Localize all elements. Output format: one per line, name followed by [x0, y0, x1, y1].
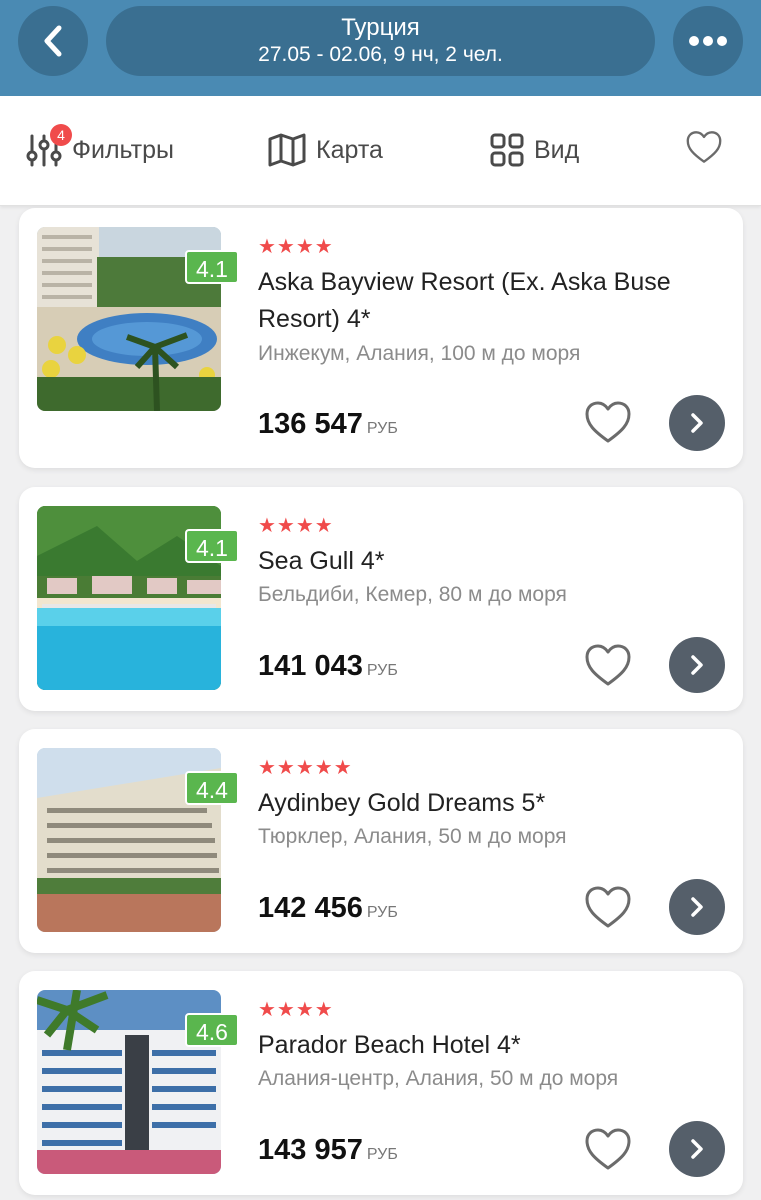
toolbar: 4 Фильтры Карта Вид [0, 96, 761, 206]
rating-badge: 4.6 [185, 1013, 239, 1047]
price-currency: РУБ [366, 1146, 398, 1163]
more-dots-icon [689, 36, 727, 46]
filters-icon-wrap: 4 [26, 124, 72, 168]
price-value: 143 957 [258, 1134, 363, 1166]
hotel-price: 142 456 РУБ [258, 891, 398, 930]
heart-icon [585, 401, 631, 443]
view-button[interactable]: Вид [490, 130, 579, 170]
hotel-card[interactable]: 4.4 ★★★★★ Aydinbey Gold Dreams 5* Тюркле… [19, 729, 743, 953]
filters-button[interactable]: 4 Фильтры [26, 124, 174, 170]
hotel-name[interactable]: Aydinbey Gold Dreams 5* [258, 785, 698, 822]
price-value: 136 547 [258, 408, 363, 440]
hotel-price: 136 547 РУБ [258, 407, 398, 446]
heart-icon [585, 886, 631, 928]
price-value: 142 456 [258, 892, 363, 924]
grid-icon [490, 133, 524, 167]
price-currency: РУБ [366, 904, 398, 921]
map-button[interactable]: Карта [268, 130, 383, 170]
favorite-button[interactable] [584, 643, 632, 687]
star-rating: ★★★★ [258, 515, 334, 537]
favorites-button[interactable] [685, 130, 723, 169]
heart-icon [686, 131, 722, 163]
hotel-card[interactable]: 4.1 ★★★★ Sea Gull 4* Бельдиби, Кемер, 80… [19, 487, 743, 711]
back-button[interactable] [18, 6, 88, 76]
hotel-location: Тюрклер, Алания, 50 м до моря [258, 825, 567, 848]
favorite-button[interactable] [584, 400, 632, 444]
hotel-location: Алания-центр, Алания, 50 м до моря [258, 1067, 619, 1090]
rating-badge: 4.1 [185, 250, 239, 284]
favorite-button[interactable] [584, 885, 632, 929]
chevron-right-icon [691, 655, 703, 675]
chevron-right-icon [691, 1139, 703, 1159]
hotel-name[interactable]: Parador Beach Hotel 4* [258, 1027, 698, 1064]
hotel-price: 141 043 РУБ [258, 649, 398, 688]
map-icon [268, 133, 306, 167]
view-label: Вид [534, 135, 580, 164]
chevron-right-icon [691, 897, 703, 917]
heart-icon [585, 644, 631, 686]
open-hotel-button[interactable] [669, 879, 725, 935]
chevron-right-icon [691, 413, 703, 433]
hotel-price: 143 957 РУБ [258, 1133, 398, 1172]
hotel-card[interactable]: 4.1 ★★★★ Aska Bayview Resort (Ex. Aska B… [19, 208, 743, 468]
chevron-left-icon [44, 25, 62, 57]
heart-icon [585, 1128, 631, 1170]
hotel-location: Инжекум, Алания, 100 м до моря [258, 342, 581, 365]
open-hotel-button[interactable] [669, 1121, 725, 1177]
hotel-name[interactable]: Sea Gull 4* [258, 543, 698, 580]
favorite-button[interactable] [584, 1127, 632, 1171]
open-hotel-button[interactable] [669, 637, 725, 693]
app-header: Турция 27.05 - 02.06, 9 нч, 2 чел. [0, 0, 761, 96]
filters-label: Фильтры [72, 135, 174, 164]
price-currency: РУБ [366, 662, 398, 679]
star-rating: ★★★★ [258, 236, 334, 258]
price-value: 141 043 [258, 650, 363, 682]
search-dates-summary: 27.05 - 02.06, 9 нч, 2 чел. [258, 43, 503, 66]
hotel-card[interactable]: 4.6 ★★★★ Parador Beach Hotel 4* Алания-ц… [19, 971, 743, 1195]
more-button[interactable] [673, 6, 743, 76]
page-title: Турция [341, 14, 420, 41]
star-rating: ★★★★ [258, 999, 334, 1021]
star-rating: ★★★★★ [258, 757, 353, 779]
filters-count-badge: 4 [50, 124, 72, 146]
rating-badge: 4.1 [185, 529, 239, 563]
map-label: Карта [316, 135, 383, 164]
open-hotel-button[interactable] [669, 395, 725, 451]
hotel-location: Бельдиби, Кемер, 80 м до моря [258, 583, 567, 606]
hotel-name[interactable]: Aska Bayview Resort (Ex. Aska Buse Resor… [258, 264, 698, 338]
rating-badge: 4.4 [185, 771, 239, 805]
price-currency: РУБ [366, 420, 398, 437]
search-summary-pill[interactable]: Турция 27.05 - 02.06, 9 нч, 2 чел. [106, 6, 655, 76]
